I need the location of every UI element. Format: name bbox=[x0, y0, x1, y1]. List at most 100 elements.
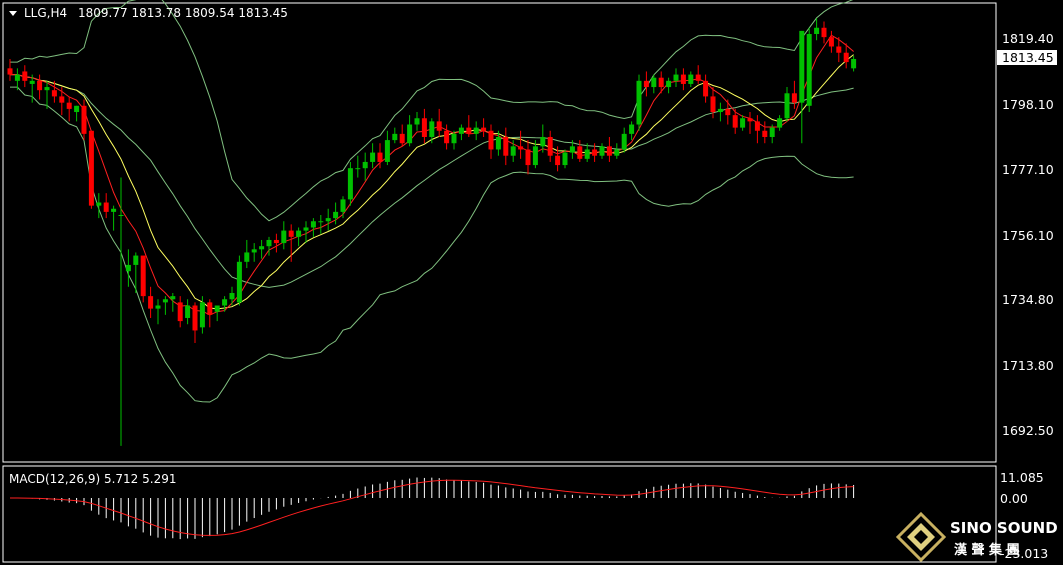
price-axis: 1819.40 1798.10 1777.10 1756.10 1734.80 … bbox=[997, 31, 1057, 438]
candle-body bbox=[488, 130, 494, 150]
candle-body bbox=[569, 146, 575, 153]
candle-body bbox=[503, 136, 509, 156]
candle-body bbox=[288, 230, 294, 237]
candle-body bbox=[74, 105, 80, 113]
candle-body bbox=[710, 96, 716, 113]
candle-body bbox=[732, 115, 738, 128]
candle-body bbox=[525, 149, 531, 166]
candle-body bbox=[606, 146, 612, 156]
candle-body bbox=[29, 80, 35, 84]
candles bbox=[7, 18, 857, 446]
candle-body bbox=[66, 102, 72, 109]
candle-body bbox=[214, 305, 220, 312]
candle-body bbox=[281, 230, 287, 244]
candle-body bbox=[643, 80, 649, 88]
candle-body bbox=[229, 293, 235, 300]
candle-body bbox=[510, 146, 516, 156]
ma-slow-line bbox=[10, 54, 854, 310]
candle-body bbox=[851, 58, 857, 69]
candle-body bbox=[266, 239, 272, 247]
brand-cn: 漢 聲 集 團 bbox=[954, 542, 1020, 558]
symbol-dropdown-icon[interactable] bbox=[9, 11, 17, 16]
price-tick: 1756.10 bbox=[1002, 228, 1054, 243]
candle-body bbox=[740, 118, 746, 128]
ohlc-values: 1809.77 1813.78 1809.54 1813.45 bbox=[78, 6, 288, 20]
candle-body bbox=[629, 124, 635, 134]
candle-body bbox=[244, 252, 250, 262]
price-tick: 1798.10 bbox=[1002, 97, 1054, 112]
candle-body bbox=[155, 305, 161, 309]
candle-body bbox=[162, 299, 168, 303]
symbol-label: LLG,H4 bbox=[24, 6, 67, 20]
candle-body bbox=[614, 149, 620, 156]
candle-body bbox=[717, 108, 723, 113]
candle-body bbox=[806, 34, 812, 106]
candle-body bbox=[444, 130, 450, 144]
candle-body bbox=[540, 136, 546, 147]
candle-body bbox=[754, 121, 760, 131]
candle-body bbox=[532, 146, 538, 166]
candle-body bbox=[828, 37, 834, 47]
candle-body bbox=[310, 221, 316, 228]
candle-body bbox=[451, 133, 457, 144]
candle-body bbox=[777, 118, 783, 128]
candle-body bbox=[384, 140, 390, 162]
candle-body bbox=[555, 155, 561, 166]
candle-body bbox=[347, 168, 353, 200]
candle-body bbox=[22, 71, 28, 81]
candle-body bbox=[118, 215, 124, 216]
candle-body bbox=[725, 108, 731, 116]
candle-body bbox=[133, 255, 139, 265]
price-tick: 1819.40 bbox=[1002, 31, 1054, 46]
candle-body bbox=[658, 77, 664, 88]
candle-body bbox=[414, 118, 420, 125]
candle-body bbox=[103, 202, 109, 212]
candle-body bbox=[355, 168, 361, 170]
candle-body bbox=[666, 80, 672, 88]
candle-body bbox=[251, 249, 257, 253]
price-tick: 1692.50 bbox=[1002, 423, 1054, 438]
macd-tick: 0.00 bbox=[1000, 491, 1028, 506]
candle-body bbox=[88, 130, 94, 206]
candle-body bbox=[703, 80, 709, 97]
candle-body bbox=[688, 74, 694, 84]
candle-body bbox=[370, 152, 376, 162]
candle-body bbox=[81, 105, 87, 134]
candle-body bbox=[599, 146, 605, 156]
candle-body bbox=[51, 90, 57, 97]
candle-body bbox=[747, 118, 753, 122]
candle-body bbox=[37, 80, 43, 91]
candle-body bbox=[651, 77, 657, 88]
candle-body bbox=[799, 30, 805, 103]
candle-body bbox=[769, 127, 775, 137]
candle-body bbox=[621, 133, 627, 150]
price-chart[interactable]: LLG,H4 1809.77 1813.78 1809.54 1813.45 1… bbox=[0, 0, 1063, 565]
candle-body bbox=[495, 136, 501, 150]
candle-body bbox=[303, 227, 309, 231]
candle-body bbox=[547, 136, 553, 156]
candle-body bbox=[584, 149, 590, 159]
candle-body bbox=[784, 93, 790, 119]
candle-body bbox=[362, 161, 368, 169]
candle-body bbox=[562, 152, 568, 166]
candle-body bbox=[695, 74, 701, 81]
candle-body bbox=[518, 146, 524, 150]
candle-body bbox=[185, 305, 191, 318]
candle-body bbox=[791, 93, 797, 103]
candle-body bbox=[458, 127, 464, 134]
candle-body bbox=[111, 208, 117, 212]
candle-body bbox=[392, 133, 398, 141]
candle-body bbox=[318, 221, 324, 223]
candle-body bbox=[421, 118, 427, 137]
candle-body bbox=[762, 130, 768, 137]
candle-body bbox=[96, 202, 102, 206]
candle-body bbox=[140, 255, 146, 297]
macd-tick: 11.085 bbox=[1000, 470, 1044, 485]
candle-body bbox=[7, 68, 13, 75]
candle-body bbox=[340, 199, 346, 212]
candle-body bbox=[333, 211, 339, 219]
price-tick: 1734.80 bbox=[1002, 292, 1054, 307]
candle-body bbox=[673, 74, 679, 81]
candle-body bbox=[222, 299, 228, 306]
candle-body bbox=[125, 264, 131, 272]
